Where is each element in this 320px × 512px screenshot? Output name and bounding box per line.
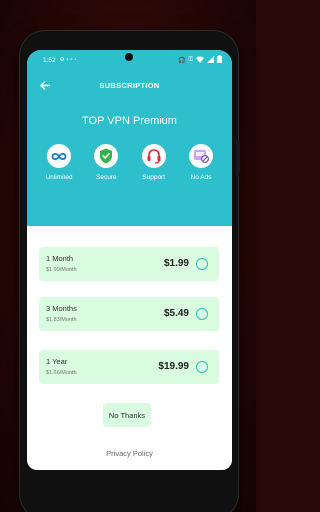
headphones-icon: 🎧 <box>177 57 186 64</box>
back-button[interactable] <box>37 78 53 92</box>
plan-radio[interactable] <box>196 258 208 270</box>
headset-icon <box>147 149 161 164</box>
settings-icon: ⚙ <box>59 57 67 63</box>
feature-list: Unlimited Secure Support No Ads <box>39 144 221 184</box>
header-panel: 1:52 ⚙▪▪• 🎧 ⚿ SUBSCRIPTION TOP VPN Premi… <box>27 50 232 226</box>
vpn-key-icon: ⚿ <box>188 56 193 63</box>
shield-check-icon <box>100 148 113 164</box>
feature-no-ads: No Ads <box>181 144 221 184</box>
feature-icon-circle <box>141 144 166 168</box>
plan-monthly-price: $1.83/Month <box>46 317 77 323</box>
no-ads-icon <box>193 150 209 163</box>
infinity-icon <box>51 152 67 160</box>
plan-radio[interactable] <box>196 361 208 373</box>
plan-option-1-month[interactable]: 1 Month $1.99/Month $1.99 <box>39 247 219 281</box>
no-thanks-button[interactable]: No Thanks <box>103 403 151 427</box>
arrow-left-icon <box>40 80 50 90</box>
feature-support: Support <box>134 144 174 184</box>
plan-price: $1.99 <box>163 258 189 269</box>
status-system-icons: 🎧 ⚿ <box>178 55 222 65</box>
plan-monthly-price: $1.66/Month <box>46 370 77 376</box>
plan-name: 3 Months <box>46 304 77 313</box>
privacy-policy-link[interactable]: Privacy Policy <box>27 449 232 458</box>
page-title: SUBSCRIPTION <box>99 80 160 90</box>
feature-icon-circle <box>94 144 119 168</box>
plan-price: $5.49 <box>163 308 189 319</box>
status-notification-icons: ⚙▪▪• <box>60 57 79 63</box>
plan-monthly-price: $1.99/Month <box>46 267 77 273</box>
plan-name: 1 Year <box>46 357 68 366</box>
product-title: TOP VPN Premium <box>82 115 177 127</box>
plan-name: 1 Month <box>46 254 74 263</box>
app-bar: SUBSCRIPTION <box>27 74 232 96</box>
plan-radio[interactable] <box>196 308 208 320</box>
feature-icon-circle <box>47 144 71 168</box>
feature-label: Support <box>142 174 166 181</box>
feature-icon-circle <box>188 144 213 168</box>
feature-label: Unlimited <box>45 174 73 181</box>
wifi-icon <box>196 56 204 65</box>
feature-secure: Secure <box>86 144 126 184</box>
phone-side-button <box>236 140 240 176</box>
plan-option-3-months[interactable]: 3 Months $1.83/Month $5.49 <box>39 297 219 331</box>
feature-label: No Ads <box>190 174 212 181</box>
feature-label: Secure <box>96 174 117 181</box>
status-bar: 1:52 ⚙▪▪• 🎧 ⚿ <box>37 54 222 66</box>
dot-icon: • <box>74 57 79 63</box>
app-screen: 1:52 ⚙▪▪• 🎧 ⚿ SUBSCRIPTION TOP VPN Premi… <box>27 50 232 470</box>
signal-icon <box>207 55 214 65</box>
plan-option-1-year[interactable]: 1 Year $1.66/Month $19.99 <box>39 350 219 384</box>
battery-icon <box>217 55 222 65</box>
plan-price: $19.99 <box>158 361 189 372</box>
feature-unlimited: Unlimited <box>39 144 79 184</box>
status-time: 1:52 <box>43 56 56 64</box>
